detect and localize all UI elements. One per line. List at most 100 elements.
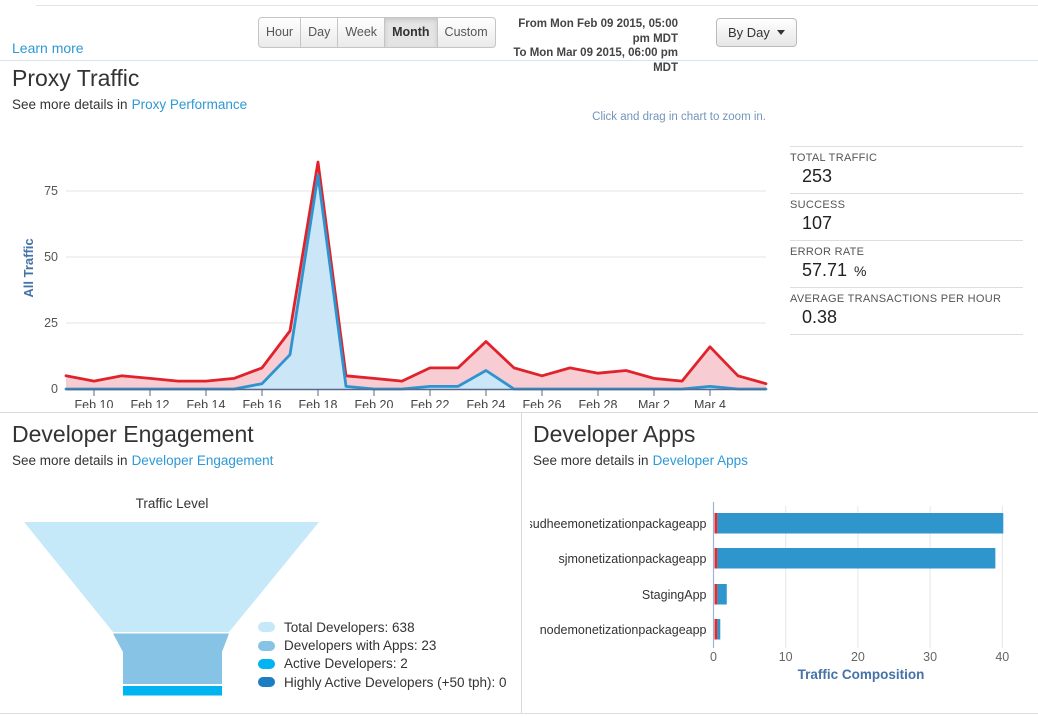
traffic-stats-panel: TOTAL TRAFFIC 253 SUCCESS 107 ERROR RATE…	[790, 146, 1023, 335]
stat-error-rate: ERROR RATE 57.71%	[790, 241, 1023, 288]
legend-item-active-developers[interactable]: Active Developers: 2	[258, 655, 507, 673]
x-tick-label: Feb 14	[187, 398, 226, 408]
bar-category-label: sudheemonetizationpackageapp	[530, 517, 707, 531]
x-tick-label: 20	[851, 650, 865, 664]
x-tick-label: Feb 20	[355, 398, 394, 408]
stat-label: AVERAGE TRANSACTIONS PER HOUR	[790, 293, 1002, 305]
x-tick-label: Feb 12	[131, 398, 170, 408]
proxy-traffic-title: Proxy Traffic	[12, 65, 140, 91]
bar-error-segment[interactable]	[714, 584, 718, 605]
stat-label: SUCCESS	[790, 199, 846, 211]
x-tick-label: 10	[779, 650, 793, 664]
proxy-traffic-subtitle: See more details in Proxy Performance	[12, 97, 247, 112]
legend-swatch	[258, 658, 275, 669]
subtitle-text: See more details in	[533, 453, 649, 468]
bar-category-label: sjmonetizationpackageapp	[558, 552, 706, 566]
stat-value: 0.38	[802, 307, 838, 327]
legend-label: Developers with Apps: 23	[284, 638, 437, 654]
date-range: From Mon Feb 09 2015, 05:00 pm MDT To Mo…	[498, 17, 678, 75]
x-tick-label: 0	[710, 650, 717, 664]
legend-label: Active Developers: 2	[284, 656, 408, 672]
day-button[interactable]: Day	[301, 17, 339, 48]
bar-traffic-segment[interactable]	[717, 584, 727, 605]
learn-more-link[interactable]: Learn more	[12, 40, 84, 56]
chevron-down-icon	[776, 30, 785, 35]
developer-engagement-link[interactable]: Developer Engagement	[132, 453, 274, 468]
legend-item-developers-with-apps[interactable]: Developers with Apps: 23	[258, 636, 507, 654]
month-button[interactable]: Month	[385, 17, 438, 48]
zoom-hint: Click and drag in chart to zoom in.	[592, 111, 766, 123]
x-tick-label: Feb 26	[523, 398, 562, 408]
stat-label: ERROR RATE	[790, 246, 865, 258]
y-tick-label: 0	[51, 382, 58, 396]
bar-error-segment[interactable]	[714, 513, 718, 534]
date-range-from: From Mon Feb 09 2015, 05:00 pm MDT	[518, 18, 678, 45]
funnel-segment-developers-with-apps[interactable]	[113, 633, 229, 685]
subtitle-text: See more details in	[12, 97, 128, 112]
legend-swatch	[258, 622, 275, 633]
developer-apps-subtitle: See more details in Developer Apps	[533, 453, 748, 468]
bottom-divider	[0, 713, 1038, 714]
legend-item-total-developers[interactable]: Total Developers: 638	[258, 618, 507, 636]
topbar-divider	[0, 60, 1038, 61]
developer-engagement-funnel: Traffic Level Total Developers: 638 Deve…	[14, 492, 514, 710]
x-tick-label: Feb 28	[579, 398, 618, 408]
x-tick-label: Feb 24	[467, 398, 506, 408]
series-line-0[interactable]	[64, 160, 768, 386]
hour-button[interactable]: Hour	[258, 17, 302, 48]
funnel-segment-active-developers[interactable]	[123, 686, 222, 696]
stat-total-traffic: TOTAL TRAFFIC 253	[790, 147, 1023, 194]
x-tick-label: Mar 4	[694, 398, 726, 408]
granularity-dropdown[interactable]: By Day	[716, 18, 797, 47]
legend-item-highly-active-developers[interactable]: Highly Active Developers (+50 tph): 0	[258, 673, 507, 691]
bottom-sections-divider	[521, 413, 522, 713]
x-tick-label: 40	[995, 650, 1009, 664]
bar-traffic-segment[interactable]	[717, 548, 996, 569]
week-button[interactable]: Week	[338, 17, 386, 48]
bar-category-label: nodemonetizationpackageapp	[540, 623, 707, 637]
developer-engagement-title: Developer Engagement	[12, 421, 254, 447]
y-tick-label: 50	[44, 250, 58, 264]
legend-label: Total Developers: 638	[284, 619, 415, 635]
y-tick-label: 75	[44, 184, 58, 198]
stat-success: SUCCESS 107	[790, 194, 1023, 241]
developer-apps-chart[interactable]: 0 10 20 30 40 sudheemonetizationpackageapp sjm…	[530, 498, 1038, 698]
developer-apps-link[interactable]: Developer Apps	[653, 453, 748, 468]
legend-label: Highly Active Developers (+50 tph): 0	[284, 674, 507, 690]
funnel-segment-total-developers[interactable]	[24, 522, 319, 632]
series-line-1[interactable]	[64, 173, 768, 391]
developer-apps-title: Developer Apps	[533, 421, 696, 447]
developer-engagement-subtitle: See more details in Developer Engagement	[12, 453, 273, 468]
middle-divider	[0, 412, 1038, 413]
legend-swatch	[258, 677, 275, 688]
x-tick-label: Feb 18	[299, 398, 338, 408]
x-tick-label: Mar 2	[638, 398, 670, 408]
stat-value: 253	[802, 166, 833, 186]
bar-traffic-segment[interactable]	[717, 513, 1004, 534]
stat-avg-tph: AVERAGE TRANSACTIONS PER HOUR 0.38	[790, 288, 1023, 335]
stat-value: 107	[802, 213, 833, 233]
funnel-title: Traffic Level	[136, 496, 209, 511]
bar-error-segment[interactable]	[714, 619, 718, 640]
series-area-0	[66, 162, 766, 389]
custom-button[interactable]: Custom	[437, 17, 496, 48]
series-area-1	[66, 175, 766, 389]
bar-category-label: StagingApp	[642, 588, 707, 602]
legend-swatch	[258, 640, 275, 651]
x-tick-label: Feb 10	[75, 398, 114, 408]
funnel-legend: Total Developers: 638 Developers with Ap…	[258, 618, 507, 692]
x-axis-title: Traffic Composition	[798, 667, 925, 682]
stat-value: 57.71%	[802, 260, 867, 280]
subtitle-text: See more details in	[12, 453, 128, 468]
granularity-label: By Day	[728, 25, 770, 40]
proxy-performance-link[interactable]: Proxy Performance	[132, 97, 248, 112]
y-axis-title: All Traffic	[21, 238, 36, 297]
x-tick-label: Feb 22	[411, 398, 450, 408]
x-tick-label: Feb 16	[243, 398, 282, 408]
bar-error-segment[interactable]	[714, 548, 718, 569]
time-range-button-group: Hour Day Week Month Custom	[258, 17, 496, 48]
analytics-dashboard: { "topbar": { "learn_more": "Learn more"…	[0, 0, 1038, 717]
proxy-traffic-chart[interactable]: 0 25 50 75 All Traffic Feb 10 Feb 12 Feb 14 Feb …	[20, 140, 780, 408]
bar-traffic-segment[interactable]	[717, 619, 721, 640]
stat-label: TOTAL TRAFFIC	[790, 152, 878, 164]
